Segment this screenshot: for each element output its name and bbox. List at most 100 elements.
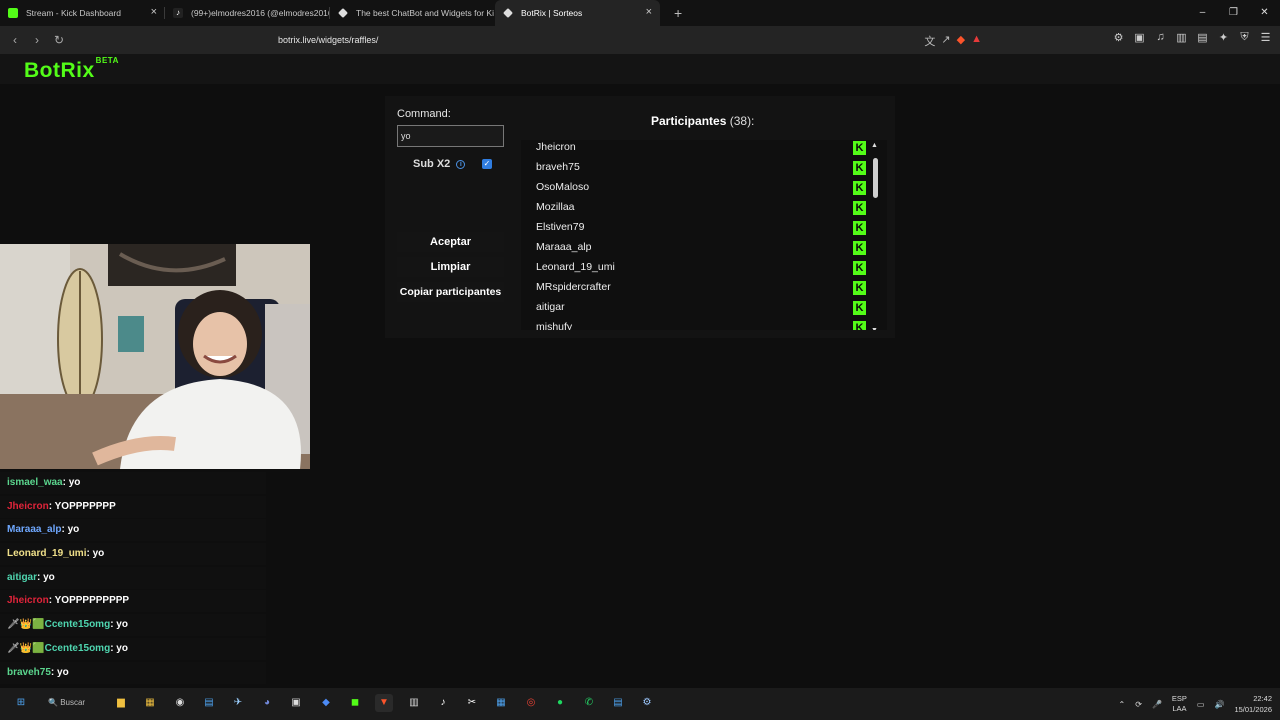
taskbar: ⊞ 🔍 Buscar ▆ ▦ ◉ ▤ ✈ ◕ ▣ ◆ ◼ ▼ ▥ ♪ ✂ ▦ ◎… bbox=[0, 688, 1280, 720]
volume-icon[interactable]: 🔊 bbox=[1214, 700, 1224, 709]
chat-overlay: ismael_waa: yo Jheicron: YOPPPPPPP Maraa… bbox=[0, 472, 266, 688]
participants-list[interactable]: Jheicron K braveh75 K OsoMaloso K Mozillaa K… bbox=[521, 140, 887, 330]
app-icon[interactable]: ▣ bbox=[287, 694, 305, 712]
chat-badges: 🗡👑🟩 bbox=[7, 619, 45, 631]
screenshot-icon[interactable]: ▣ bbox=[1131, 31, 1148, 44]
clock-date: 15/01/2026 bbox=[1234, 705, 1272, 714]
extension-puzzle-icon[interactable]: ⚙ bbox=[1110, 31, 1127, 44]
list-item: MRspidercrafter K bbox=[536, 277, 866, 297]
raffle-panel: Command: Sub X2 i ✓ Aceptar Limpiar Copi… bbox=[385, 96, 895, 338]
webcam-scene bbox=[0, 244, 310, 469]
translate-icon[interactable]: 文 bbox=[924, 33, 935, 49]
microphone-icon[interactable]: 🎤 bbox=[1152, 700, 1162, 709]
chat-text: YOPPPPPPP bbox=[54, 500, 116, 512]
share-icon[interactable]: ↗ bbox=[941, 33, 950, 49]
scroll-thumb[interactable] bbox=[873, 158, 878, 198]
telegram-icon[interactable]: ✈ bbox=[229, 694, 247, 712]
chat-text: yo bbox=[92, 548, 105, 560]
close-window-icon[interactable]: ✕ bbox=[1249, 0, 1280, 26]
folder-icon[interactable]: ▤ bbox=[200, 694, 218, 712]
participant-name: MRspidercrafter bbox=[536, 281, 611, 293]
clock[interactable]: 22:42 15/01/2026 bbox=[1234, 693, 1272, 715]
kick-platform-icon: K bbox=[853, 281, 866, 295]
kick-platform-icon: K bbox=[853, 241, 866, 255]
brave-browser-icon[interactable]: ▼ bbox=[375, 694, 393, 712]
brave-rewards-icon[interactable]: ▲ bbox=[971, 33, 982, 49]
sub-x2-option: Sub X2 i bbox=[413, 158, 466, 170]
music-icon[interactable]: ♫ bbox=[1152, 31, 1169, 44]
chat-username: Leonard_19_umi bbox=[7, 548, 87, 560]
menu-icon[interactable]: ☰ bbox=[1257, 31, 1274, 44]
discord-icon[interactable]: ◕ bbox=[258, 694, 276, 712]
notepad-icon[interactable]: ▤ bbox=[609, 694, 627, 712]
clear-button[interactable]: Limpiar bbox=[397, 257, 504, 277]
participants-count: (38): bbox=[729, 114, 755, 128]
tab-kick-dashboard[interactable]: Stream - Kick Dashboard × bbox=[0, 0, 165, 26]
epic-games-icon[interactable]: ▥ bbox=[405, 694, 423, 712]
command-input[interactable] bbox=[397, 125, 504, 147]
accept-button[interactable]: Aceptar bbox=[397, 232, 504, 252]
list-item: braveh75 K bbox=[536, 157, 866, 177]
chat-message: Leonard_19_umi: yo bbox=[0, 543, 266, 566]
chrome-icon[interactable]: ◎ bbox=[522, 694, 540, 712]
restore-icon[interactable]: ❐ bbox=[1218, 0, 1249, 26]
botrix-favicon-icon bbox=[503, 8, 513, 18]
chat-text: yo bbox=[57, 666, 69, 678]
vpn-icon[interactable]: ⛨ bbox=[1236, 31, 1253, 44]
close-tab-icon[interactable]: × bbox=[151, 6, 157, 18]
file-explorer-icon[interactable]: ▆ bbox=[112, 694, 130, 712]
scroll-down-icon[interactable]: ▼ bbox=[871, 327, 878, 330]
participants-scrollbar[interactable]: ▲ ▼ bbox=[871, 142, 879, 330]
taskbar-search[interactable]: 🔍 Buscar bbox=[48, 694, 118, 712]
tab-botrix-home[interactable]: The best ChatBot and Widgets for Ki bbox=[330, 0, 495, 26]
tab-title: BotRix | Sorteos bbox=[521, 8, 583, 18]
calculator-icon[interactable]: ▦ bbox=[492, 694, 510, 712]
tiktok-app-icon[interactable]: ♪ bbox=[434, 694, 452, 712]
sub-x2-checkbox[interactable]: ✓ bbox=[482, 159, 492, 169]
logo-badge: BETA bbox=[95, 56, 119, 65]
whatsapp-icon[interactable]: ✆ bbox=[580, 694, 598, 712]
reload-icon[interactable]: ↻ bbox=[48, 33, 70, 47]
kick-app-icon[interactable]: ◼ bbox=[346, 694, 364, 712]
minimize-icon[interactable]: – bbox=[1187, 0, 1218, 26]
participant-name: Mozillaa bbox=[536, 201, 575, 213]
chat-username: Ccente15omg bbox=[44, 619, 111, 631]
tab-tiktok[interactable]: ♪ (99+)elmodres2016 (@elmodres2016 bbox=[165, 0, 330, 26]
scroll-up-icon[interactable]: ▲ bbox=[871, 142, 878, 149]
botrix-logo[interactable]: BotRixBETA bbox=[24, 56, 119, 83]
app-blue-icon[interactable]: ◆ bbox=[317, 694, 335, 712]
capcut-icon[interactable]: ✂ bbox=[463, 694, 481, 712]
obs-icon[interactable]: ◉ bbox=[171, 694, 189, 712]
participant-name: OsoMaloso bbox=[536, 181, 590, 193]
brave-shield-icon[interactable]: ◆ bbox=[957, 33, 965, 49]
sync-icon[interactable]: ⟳ bbox=[1135, 700, 1142, 709]
wallet-icon[interactable]: ▤ bbox=[1194, 31, 1211, 44]
chat-badges: 🗡👑🟩 bbox=[7, 642, 45, 654]
network-icon[interactable]: ▭ bbox=[1197, 700, 1205, 709]
copy-participants-button[interactable]: Copiar participantes bbox=[397, 282, 504, 302]
tray-overflow-icon[interactable]: ⌃ bbox=[1119, 700, 1126, 709]
kick-platform-icon: K bbox=[853, 161, 866, 175]
list-item: mishufy K bbox=[536, 317, 866, 330]
store-icon[interactable]: ▦ bbox=[141, 694, 159, 712]
close-tab-icon[interactable]: × bbox=[646, 6, 652, 18]
participants-title: Participantes (38): bbox=[651, 114, 754, 128]
kick-platform-icon: K bbox=[853, 181, 866, 195]
leo-ai-icon[interactable]: ✦ bbox=[1215, 31, 1232, 44]
chat-text: yo bbox=[116, 642, 128, 654]
new-tab-icon[interactable]: + bbox=[674, 5, 682, 21]
info-icon[interactable]: i bbox=[456, 159, 466, 169]
list-item: Mozillaa K bbox=[536, 197, 866, 217]
address-bar[interactable]: botrix.live/widgets/raffles/ 文 ↗ ◆ ▲ bbox=[240, 29, 990, 51]
language-indicator[interactable]: ESP LAA bbox=[1172, 694, 1187, 714]
spotify-icon[interactable]: ● bbox=[551, 694, 569, 712]
back-icon[interactable]: ‹ bbox=[4, 33, 26, 47]
chat-message: Jheicron: YOPPPPPPPPP bbox=[0, 590, 266, 613]
chat-text: YOPPPPPPPPP bbox=[54, 595, 130, 607]
tab-botrix-sorteos[interactable]: BotRix | Sorteos × bbox=[495, 0, 660, 26]
botrix-favicon-icon bbox=[338, 8, 348, 18]
sidebar-icon[interactable]: ▥ bbox=[1173, 31, 1190, 44]
steam-icon[interactable]: ⚙ bbox=[638, 694, 656, 712]
forward-icon[interactable]: › bbox=[26, 33, 48, 47]
windows-start-icon[interactable]: ⊞ bbox=[12, 694, 30, 712]
